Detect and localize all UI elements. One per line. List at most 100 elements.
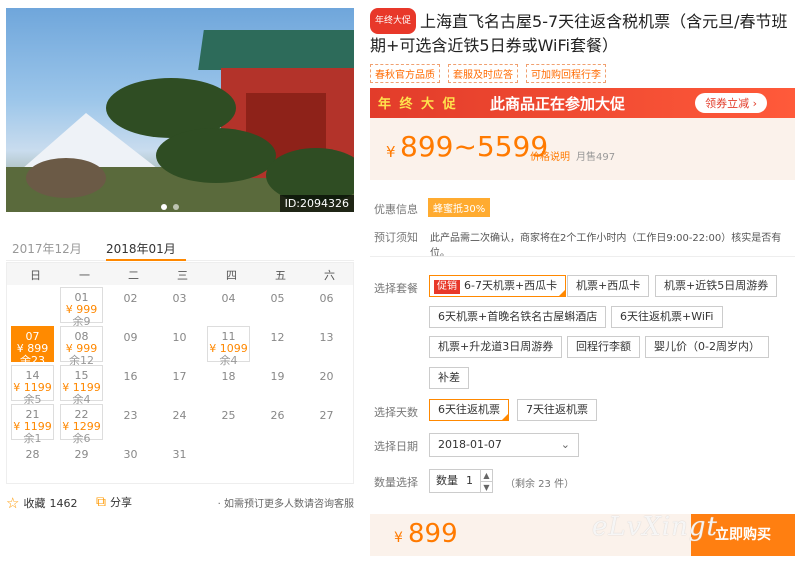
calendar-day: 10: [158, 326, 201, 362]
calendar-day: 29: [60, 443, 103, 479]
weekday-label: 六: [324, 269, 335, 282]
calendar-day: 17: [158, 365, 201, 401]
package-label: 选择套餐: [374, 282, 418, 295]
package-option[interactable]: 机票+西瓜卡: [567, 275, 650, 297]
package-option[interactable]: 补差: [429, 367, 469, 389]
day-number: 24: [172, 409, 187, 422]
promo-banner[interactable]: 年 终 大 促 此商品正在参加大促 领券立减 ›: [370, 88, 795, 118]
weekday-label: 五: [275, 269, 286, 282]
day-number: 25: [221, 409, 236, 422]
package-option[interactable]: 机票+近铁5日周游券: [655, 275, 778, 297]
day-number: 10: [172, 331, 187, 344]
calendar-day: 26: [256, 404, 299, 440]
package-option[interactable]: 婴儿价（0-2周岁内）: [645, 336, 769, 358]
calendar-day-available[interactable]: 22 ¥ 1299 余6: [60, 404, 103, 445]
share-label: 分享: [110, 496, 132, 509]
booking-notice: 此产品需二次确认，商家将在2个工作小时内（工作日9:00-22:00）核实是否有…: [430, 233, 782, 259]
quantity-label: 数量选择: [374, 476, 418, 489]
product-tags: 春秋官方品质 套服及时应答 可加购回程行李: [370, 64, 606, 83]
weekday-label: 一: [79, 269, 90, 282]
favorite-count: 1462: [49, 496, 78, 510]
consult-hint[interactable]: · 如需预订更多人数请咨询客服: [218, 495, 354, 510]
day-number: 23: [123, 409, 138, 422]
pine-tree-shape: [156, 128, 276, 183]
calendar-day: 04: [207, 287, 250, 323]
calendar-day-available[interactable]: 08 ¥ 999 余12: [60, 326, 103, 367]
get-coupon-button[interactable]: 领券立减 ›: [695, 93, 767, 113]
price-box: ¥ 899~5599 价格说明 月售497: [370, 118, 795, 180]
temple-roof-shape: [198, 30, 354, 70]
day-number: 16: [123, 370, 138, 383]
product-tag: 套服及时应答: [448, 64, 518, 83]
product-title: 年终大促 上海直飞名古屋5-7天往返含税机票（含元旦/春节班期+可选含近铁5日券或…: [370, 8, 795, 58]
day-number: 26: [270, 409, 285, 422]
calendar-day-available[interactable]: 07 ¥ 899 余23: [11, 326, 54, 367]
day-number: 13: [319, 331, 334, 344]
day-number: 04: [221, 292, 236, 305]
calendar-day: 31: [158, 443, 201, 479]
calendar-day-available[interactable]: 11 ¥ 1099 余4: [207, 326, 250, 367]
calendar-day: 16: [109, 365, 152, 401]
calendar-day: 02: [109, 287, 152, 323]
promo-tag: 促销: [434, 280, 460, 294]
tab-2017-12[interactable]: 2017年12月: [12, 240, 82, 257]
carousel-dot[interactable]: [173, 204, 179, 210]
watermark: eLvXingt: [592, 512, 719, 542]
package-option[interactable]: 6天机票+首晚名铁名古屋蝌酒店: [429, 306, 607, 328]
package-option-label: 6-7天机票+西瓜卡: [464, 279, 558, 292]
weekday-label: 三: [177, 269, 188, 282]
product-title-text: 上海直飞名古屋5-7天往返含税机票（含元旦/春节班期+可选含近铁5日券或WiFi…: [370, 12, 788, 55]
calendar-day-available[interactable]: 01 ¥ 999 余9: [60, 287, 103, 328]
day-number: 27: [319, 409, 334, 422]
calendar-day: 24: [158, 404, 201, 440]
calendar-day: 23: [109, 404, 152, 440]
date-select-value: 2018-01-07: [438, 438, 502, 451]
calendar-day-available[interactable]: 21 ¥ 1199 余1: [11, 404, 54, 445]
days-label: 选择天数: [374, 406, 418, 419]
price-note-link[interactable]: 价格说明: [530, 148, 570, 163]
chevron-down-icon: ⌄: [560, 438, 570, 451]
product-tag: 春秋官方品质: [370, 64, 440, 83]
calendar-day-available[interactable]: 14 ¥ 1199 余5: [11, 365, 54, 406]
increment-icon[interactable]: ▲: [481, 470, 492, 481]
divider: [370, 256, 795, 257]
favorite-button[interactable]: ☆ 收藏 1462: [6, 494, 77, 512]
notice-label: 预订须知: [374, 231, 418, 244]
promo-year-label: 年 终 大 促: [378, 97, 458, 112]
weekday-label: 二: [128, 269, 139, 282]
calendar-day: 25: [207, 404, 250, 440]
quantity-value[interactable]: 1: [466, 470, 473, 492]
package-option-selected[interactable]: 促销 6-7天机票+西瓜卡: [429, 275, 567, 297]
monthly-sales: 月售497: [576, 152, 616, 163]
decrement-icon[interactable]: ▼: [481, 481, 492, 492]
product-tag: 可加购回程行李: [526, 64, 606, 83]
weekday-label: 四: [226, 269, 237, 282]
day-number: 12: [270, 331, 285, 344]
carousel-dots[interactable]: [161, 204, 179, 210]
day-number: 31: [172, 448, 187, 461]
days-option-selected[interactable]: 6天往返机票: [429, 399, 509, 421]
share-button[interactable]: ⧉ 分享: [96, 494, 132, 510]
calendar-day: 09: [109, 326, 152, 362]
carousel-dot[interactable]: [161, 204, 167, 210]
package-option[interactable]: 机票+升龙道3日周游券: [429, 336, 563, 358]
days-option[interactable]: 7天往返机票: [517, 399, 597, 421]
year-end-badge: 年终大促: [370, 8, 417, 34]
day-number: 17: [172, 370, 187, 383]
package-option[interactable]: 回程行李额: [567, 336, 640, 358]
day-number: 28: [25, 448, 40, 461]
date-select[interactable]: 2018-01-07 ⌄: [429, 433, 579, 457]
calendar-day: 19: [256, 365, 299, 401]
product-hero-image[interactable]: ID:2094326: [6, 8, 354, 212]
tab-2018-01[interactable]: 2018年01月: [106, 240, 186, 261]
quantity-inner-label: 数量: [436, 474, 458, 487]
image-id-label: ID:2094326: [279, 195, 354, 212]
calendar-day: 27: [305, 404, 348, 440]
stepper-arrows[interactable]: ▲ ▼: [480, 470, 492, 492]
favorite-label: 收藏: [23, 497, 46, 510]
package-option[interactable]: 6天往返机票+WiFi: [611, 306, 723, 328]
star-icon: ☆: [6, 494, 20, 512]
discount-info-label: 优惠信息: [374, 203, 418, 216]
quantity-stepper[interactable]: 数量 1 ▲ ▼: [429, 469, 493, 493]
calendar-day-available[interactable]: 15 ¥ 1199 余4: [60, 365, 103, 406]
